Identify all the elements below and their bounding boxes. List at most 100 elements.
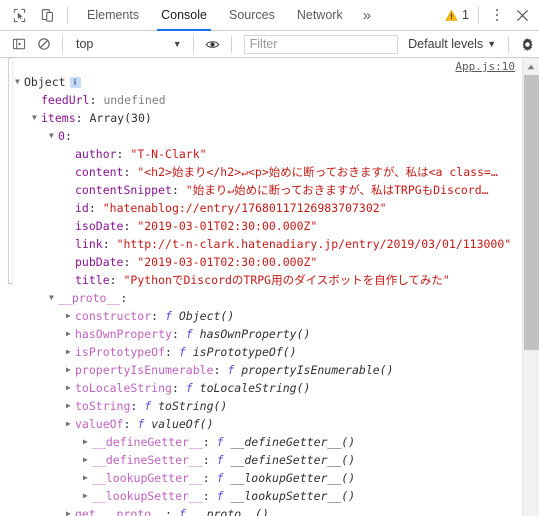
console-token: Object: [24, 75, 66, 89]
console-tree-row[interactable]: feedUrl: undefined: [0, 91, 522, 109]
inspect-element-icon[interactable]: [5, 1, 33, 29]
console-token: 0: [58, 129, 65, 143]
disclosure-triangle-down-icon[interactable]: [15, 73, 24, 91]
filter-input[interactable]: [243, 34, 399, 54]
console-token: :: [202, 435, 217, 449]
clear-console-icon[interactable]: [31, 32, 56, 57]
console-token: f: [144, 399, 159, 413]
console-tree-row[interactable]: items: Array(30): [0, 109, 522, 127]
close-icon[interactable]: [509, 2, 535, 28]
warning-count-label: 1: [462, 8, 469, 22]
live-expression-eye-icon[interactable]: [200, 32, 225, 57]
devtools-window: Elements Console Sources Network » 1 top…: [0, 0, 539, 516]
console-token: :: [171, 183, 186, 197]
console-token: hasOwnProperty(): [199, 327, 311, 341]
kebab-menu-icon[interactable]: [485, 3, 509, 27]
console-token: :: [88, 201, 103, 215]
console-tree-row[interactable]: __lookupGetter__: f __lookupGetter__(): [0, 469, 522, 487]
disclosure-triangle-right-icon[interactable]: [83, 451, 92, 469]
console-tree-row[interactable]: valueOf: f valueOf(): [0, 415, 522, 433]
disclosure-triangle-down-icon[interactable]: [49, 127, 58, 145]
disclosure-triangle-right-icon[interactable]: [83, 433, 92, 451]
disclosure-triangle-right-icon[interactable]: [66, 343, 75, 361]
console-token: pubDate: [75, 255, 124, 269]
disclosure-triangle-right-icon[interactable]: [83, 469, 92, 487]
tab-sources[interactable]: Sources: [218, 0, 286, 31]
more-tabs-icon[interactable]: »: [354, 0, 379, 31]
console-tree-row[interactable]: isPrototypeOf: f isPrototypeOf(): [0, 343, 522, 361]
console-sidebar-glyph: [12, 38, 25, 50]
disclosure-triangle-down-icon[interactable]: [32, 109, 41, 127]
scroll-up-arrow-icon[interactable]: [523, 58, 539, 75]
console-tree-row[interactable]: __defineGetter__: f __defineGetter__(): [0, 433, 522, 451]
disclosure-triangle-right-icon[interactable]: [66, 397, 75, 415]
console-token: "PythonでDiscordのTRPG用のダイスボットを自作してみた": [123, 273, 450, 287]
console-tree-row[interactable]: author: "T-N-Clark": [0, 145, 522, 163]
disclosure-triangle-right-icon[interactable]: [66, 505, 75, 516]
console-tree-row[interactable]: __defineSetter__: f __defineSetter__(): [0, 451, 522, 469]
console-tree-row[interactable]: title: "PythonでDiscordのTRPG用のダイスボットを自作して…: [0, 271, 522, 289]
console-token: f: [216, 435, 231, 449]
disclosure-triangle-right-icon[interactable]: [66, 307, 75, 325]
disclosure-triangle-right-icon[interactable]: [66, 415, 75, 433]
console-tree-row[interactable]: propertyIsEnumerable: f propertyIsEnumer…: [0, 361, 522, 379]
console-tree-row[interactable]: __lookupSetter__: f __lookupSetter__(): [0, 487, 522, 505]
console-token: :: [120, 291, 128, 305]
execution-context-select[interactable]: top ▼: [69, 34, 187, 55]
console-tree-row[interactable]: isoDate: "2019-03-01T02:30:00.000Z": [0, 217, 522, 235]
console-token: isPrototypeOf(): [192, 345, 297, 359]
console-tree-row[interactable]: contentSnippet: "始まり↵始めに断っておきますが、私はTRPGも…: [0, 181, 522, 199]
tab-network[interactable]: Network: [286, 0, 354, 31]
kebab-dot: [495, 13, 499, 17]
console-tree-row[interactable]: content: "<h2>始まり</h2>↵<p>始めに断っておきますが、私は…: [0, 163, 522, 181]
console-tree-row[interactable]: id: "hatenablog://entry/1768011712698370…: [0, 199, 522, 217]
warning-count-badge[interactable]: 1: [442, 8, 472, 22]
disclosure-triangle-right-icon[interactable]: [66, 361, 75, 379]
console-token: contentSnippet: [75, 183, 172, 197]
console-tree-row[interactable]: toString: f toString(): [0, 397, 522, 415]
filterbar-divider-3: [230, 35, 232, 53]
console-tree-row[interactable]: pubDate: "2019-03-01T02:30:00.000Z": [0, 253, 522, 271]
console-vertical-scrollbar[interactable]: [522, 58, 539, 516]
device-toolbar-icon[interactable]: [33, 1, 61, 29]
log-level-select[interactable]: Default levels ▼: [402, 37, 502, 51]
tab-console[interactable]: Console: [150, 0, 218, 31]
console-token: isoDate: [75, 219, 124, 233]
gear-icon[interactable]: [515, 32, 539, 57]
tab-elements[interactable]: Elements: [76, 0, 150, 31]
scrollbar-thumb[interactable]: [524, 75, 539, 350]
source-link[interactable]: App.js:10: [455, 60, 515, 73]
console-token: :: [116, 147, 131, 161]
console-tree-row[interactable]: 0:: [0, 127, 522, 145]
console-token: :: [213, 363, 228, 377]
console-token: feedUrl: [41, 93, 90, 107]
console-tree-row[interactable]: toLocaleString: f toLocaleString(): [0, 379, 522, 397]
console-tree-row[interactable]: Objecti: [0, 73, 522, 91]
console-token: :: [123, 417, 138, 431]
inspect-element-glyph: [13, 8, 25, 22]
console-token: :: [109, 273, 124, 287]
log-level-label: Default levels: [408, 37, 484, 51]
console-token: toString: [75, 399, 131, 413]
console-token: :: [165, 345, 179, 359]
console-token: :: [151, 309, 166, 323]
info-badge-icon[interactable]: i: [69, 77, 81, 88]
console-filter-bar: top ▼ Default levels ▼: [0, 31, 539, 58]
console-tree-row[interactable]: __proto__:: [0, 289, 522, 307]
console-token: __defineSetter__: [92, 453, 203, 467]
console-token: content: [75, 165, 124, 179]
disclosure-triangle-right-icon[interactable]: [66, 379, 75, 397]
console-token: items: [41, 111, 76, 125]
console-token: :: [202, 489, 217, 503]
device-toolbar-glyph: [41, 8, 53, 22]
disclosure-triangle-right-icon[interactable]: [83, 487, 92, 505]
console-tree-row[interactable]: get __proto__: f __proto__(): [0, 505, 522, 516]
disclosure-triangle-right-icon[interactable]: [66, 325, 75, 343]
console-tree-row[interactable]: hasOwnProperty: f hasOwnProperty(): [0, 325, 522, 343]
console-tree-row[interactable]: constructor: f Object(): [0, 307, 522, 325]
disclosure-triangle-down-icon[interactable]: [49, 289, 58, 307]
show-console-sidebar-icon[interactable]: [6, 32, 31, 57]
console-tree-row[interactable]: link: "http://t-n-clark.hatenadiary.jp/e…: [0, 235, 522, 253]
filterbar-divider-2: [192, 35, 194, 53]
kebab-dot: [495, 8, 499, 12]
